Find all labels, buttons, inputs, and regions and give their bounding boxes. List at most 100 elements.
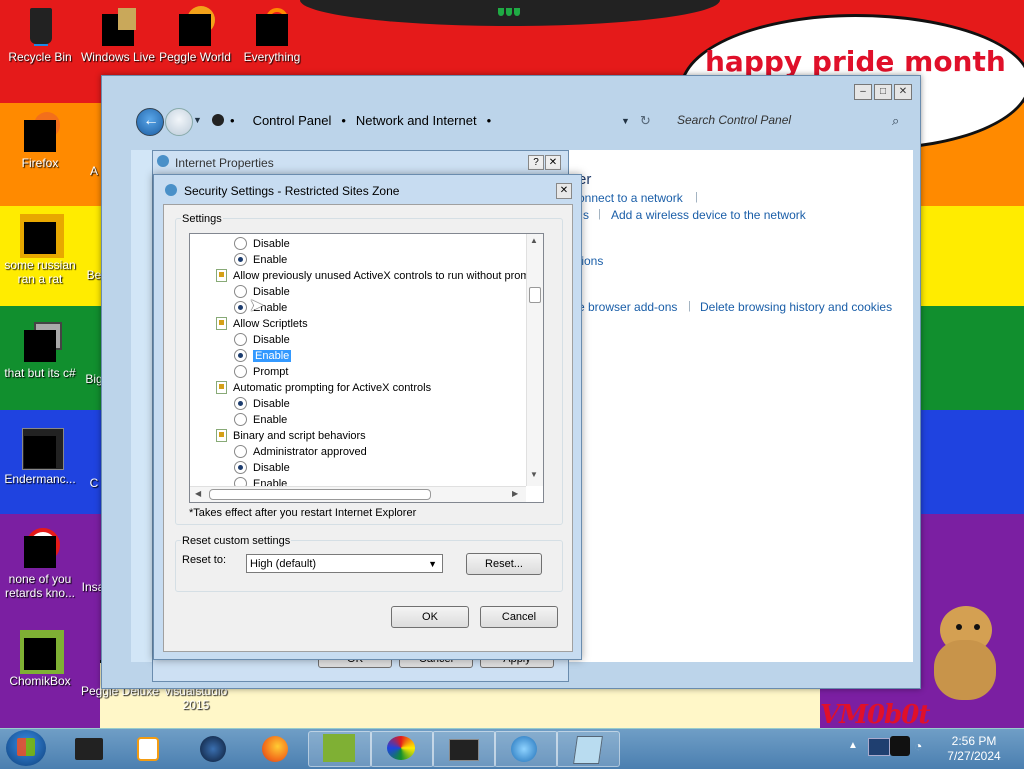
radio-button[interactable]: [234, 332, 247, 346]
option-label: Disable: [253, 398, 290, 410]
scroll-down-icon[interactable]: ▼: [530, 470, 538, 479]
scroll-up-icon[interactable]: ▲: [530, 236, 538, 245]
show-hidden-icons-icon[interactable]: ▲: [848, 740, 858, 751]
radio-button[interactable]: [234, 284, 247, 298]
radio-button[interactable]: [234, 236, 247, 250]
radio-button[interactable]: [234, 364, 247, 378]
taskbar-item[interactable]: [118, 731, 182, 767]
taskbar-item[interactable]: [370, 731, 434, 767]
start-button[interactable]: [6, 730, 46, 766]
radio-button[interactable]: [234, 412, 247, 426]
clock[interactable]: 2:56 PM 7/27/2024: [932, 734, 1016, 764]
taskbar-item[interactable]: [308, 731, 372, 767]
delete-history-link[interactable]: Delete browsing history and cookies: [700, 300, 892, 314]
cancel-button[interactable]: Cancel: [480, 606, 558, 628]
media-player-icon: [137, 737, 159, 761]
tree-option[interactable]: Enable: [234, 412, 287, 428]
vertical-scroll-thumb[interactable]: [529, 287, 541, 303]
setting-icon: [216, 316, 227, 330]
icon-label: that but its c#: [4, 366, 76, 380]
desktop-icon-chomikbox[interactable]: ChomikBox: [0, 630, 80, 688]
desktop-icon-recycle-bin[interactable]: Recycle Bin: [0, 6, 80, 64]
chomikbox-icon: [20, 630, 64, 674]
partial-link[interactable]: s: [583, 208, 589, 222]
desktop-icon-peggle-world[interactable]: Peggle World: [155, 6, 235, 64]
refresh-icon[interactable]: ↻: [640, 113, 651, 129]
desktop-icon-noneofyou[interactable]: none of you retards kno...: [0, 528, 80, 600]
redacted-block: [24, 536, 56, 568]
breadcrumb-control-panel[interactable]: Control Panel: [253, 113, 332, 128]
search-icon[interactable]: ⌕: [892, 113, 899, 129]
breadcrumb-network-internet[interactable]: Network and Internet: [356, 113, 477, 128]
ok-button[interactable]: OK: [391, 606, 469, 628]
hamster-image: [930, 606, 1000, 701]
radio-button[interactable]: [234, 396, 247, 410]
ip-close-button[interactable]: ✕: [545, 155, 561, 170]
taskbar-item[interactable]: [494, 731, 558, 767]
close-button[interactable]: ✕: [894, 84, 912, 100]
desktop-icon-csharp[interactable]: that but its c#: [0, 322, 80, 380]
tree-option[interactable]: Disable: [234, 332, 290, 348]
taskbar-item[interactable]: [182, 731, 246, 767]
taskbar-item[interactable]: [58, 731, 122, 767]
scroll-right-icon[interactable]: ▶: [512, 489, 518, 498]
setting-icon: [216, 380, 227, 394]
chevron-down-icon: ▼: [428, 559, 437, 569]
scroll-left-icon[interactable]: ◀: [195, 489, 201, 498]
icon-label: Recycle Bin: [8, 50, 72, 64]
network-icon[interactable]: [868, 738, 890, 756]
tree-option[interactable]: Disable: [234, 460, 290, 476]
manage-addons-link[interactable]: e browser add-ons: [578, 300, 677, 314]
windows-logo-icon: [17, 738, 35, 756]
everything-icon: [252, 6, 292, 46]
security-settings-close-button[interactable]: ✕: [556, 183, 572, 199]
taskbar-item[interactable]: [556, 731, 620, 767]
desktop-icon-windows-live[interactable]: Windows Live: [78, 6, 158, 64]
desktop-icon-enderman[interactable]: Endermanc...: [0, 428, 80, 486]
firefox-icon: [262, 736, 288, 762]
tree-option[interactable]: Disable: [234, 236, 290, 252]
icon-label: Peggle World: [159, 50, 231, 64]
radio-button[interactable]: [234, 252, 247, 266]
help-button[interactable]: ?: [528, 155, 544, 170]
history-dropdown-icon[interactable]: ▼: [193, 115, 202, 125]
radio-button[interactable]: [234, 300, 247, 314]
tree-option[interactable]: Enable: [234, 348, 292, 364]
desktop-icon-everything[interactable]: Everything: [232, 6, 312, 64]
windows-live-icon: [98, 6, 138, 46]
tree-option[interactable]: Administrator approved: [234, 444, 367, 460]
desktop-icon-russian[interactable]: some russian ran a rat: [0, 214, 80, 286]
back-button[interactable]: ←: [136, 108, 164, 136]
reset-level-select[interactable]: High (default) ▼: [246, 554, 443, 573]
connect-network-link[interactable]: onnect to a network: [578, 191, 683, 205]
address-bar[interactable]: • Control Panel • Network and Internet •: [230, 108, 630, 132]
desktop-icon-firefox[interactable]: Firefox: [0, 112, 80, 170]
window-controls: – □ ✕: [854, 84, 912, 100]
address-separator: •: [230, 112, 235, 128]
vertical-scrollbar[interactable]: ▲ ▼: [526, 234, 543, 486]
settings-tree[interactable]: Disable Enable Allow previously unused A…: [189, 233, 544, 503]
forward-button[interactable]: [165, 108, 193, 136]
horizontal-scroll-thumb[interactable]: [209, 489, 431, 500]
tree-option[interactable]: Enable: [234, 252, 287, 268]
maximize-button[interactable]: □: [874, 84, 892, 100]
add-wireless-device-link[interactable]: Add a wireless device to the network: [611, 208, 806, 222]
tree-heading: Automatic prompting for ActiveX controls: [216, 380, 431, 396]
redacted-block: [24, 638, 56, 670]
radio-button[interactable]: [234, 460, 247, 474]
app-icon: [20, 214, 64, 258]
reset-button[interactable]: Reset...: [466, 553, 542, 575]
address-dropdown-icon[interactable]: ▼: [621, 116, 630, 126]
tree-option[interactable]: Prompt: [234, 364, 288, 380]
volume-icon[interactable]: ◔: [914, 738, 922, 754]
radio-button[interactable]: [234, 444, 247, 458]
radio-button[interactable]: [234, 348, 247, 362]
search-input[interactable]: Search Control Panel: [669, 108, 911, 132]
link-divider: |: [598, 208, 601, 220]
taskbar-item[interactable]: [432, 731, 496, 767]
device-icon[interactable]: [890, 736, 910, 756]
taskbar-item[interactable]: [244, 731, 308, 767]
restart-note: *Takes effect after you restart Internet…: [189, 507, 417, 519]
tree-option[interactable]: Disable: [234, 396, 290, 412]
minimize-button[interactable]: –: [854, 84, 872, 100]
